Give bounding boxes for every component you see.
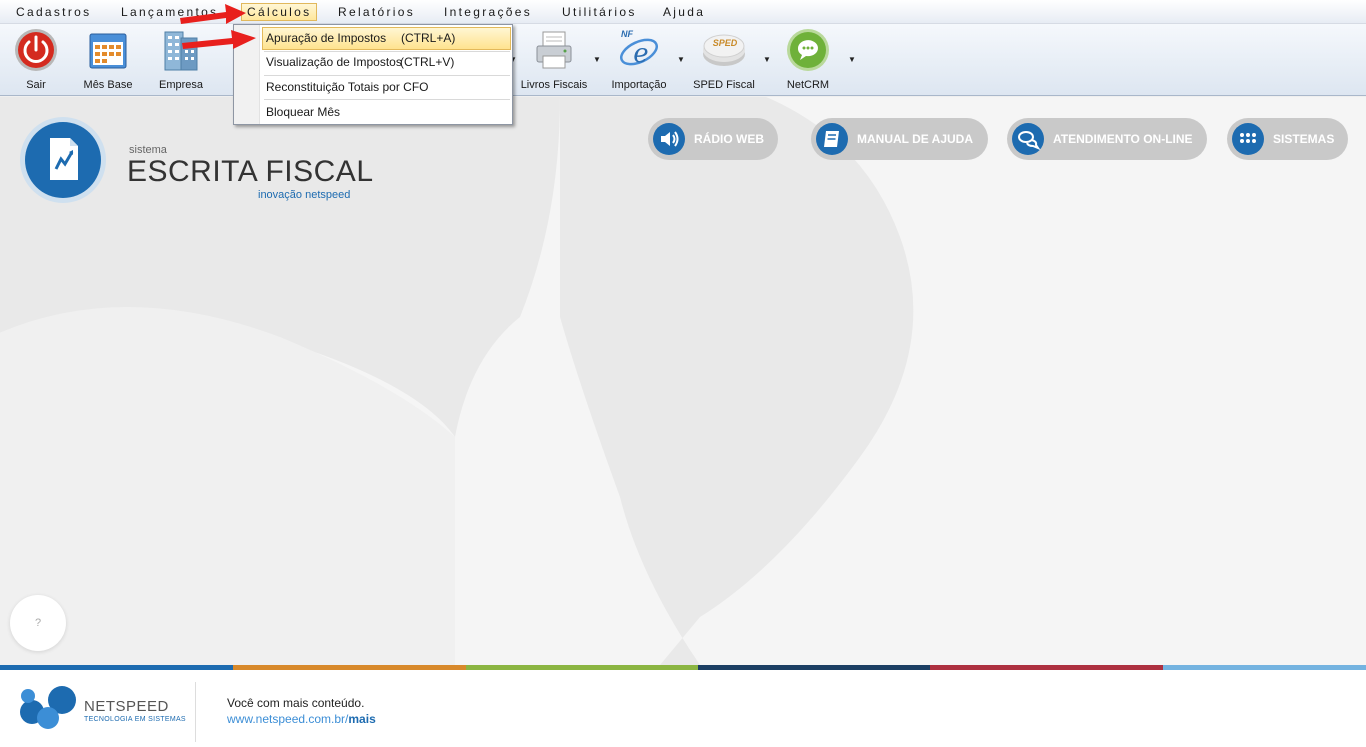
main-area: sistema ESCRITA FISCAL inovação netspeed… [0,97,1366,665]
chat-bubbles-icon [1012,123,1044,155]
chat-icon [787,29,829,71]
netcrm-button[interactable]: NetCRM [772,26,844,94]
calendar-icon [89,33,127,69]
building-icon [164,31,198,71]
empresa-button[interactable]: Empresa [145,26,217,94]
document-chart-icon [50,138,78,180]
mes-base-label: Mês Base [83,79,133,91]
menu-utilitarios[interactable]: Utilitários [562,5,637,19]
sped-fiscal-button[interactable]: SPED SPED Fiscal [688,26,760,94]
svg-text:e: e [633,39,648,69]
sair-button[interactable]: Sair [0,26,72,94]
livros-fiscais-label: Livros Fiscais [520,79,588,91]
importacao-button[interactable]: e NF Importação [603,26,675,94]
app-logo [20,117,106,203]
radio-web-button[interactable]: RÁDIO WEB [648,118,778,160]
radio-web-label: RÁDIO WEB [694,132,764,146]
menu-bloquear-mes[interactable]: Bloquear Mês [262,101,511,124]
chevron-down-icon[interactable]: ▼ [677,55,685,64]
menu-bar: Cadastros Lançamentos Cálculos Relatório… [0,0,1366,24]
mes-base-button[interactable]: Mês Base [72,26,144,94]
netspeed-logo-icon [20,686,76,729]
menu-calculos[interactable]: Cálculos [241,3,318,21]
toolbar: Sair Mês Base Empresa Livros Fiscais ▼ e… [0,24,1366,96]
sped-badge: SPED [712,38,738,48]
sped-fiscal-label: SPED Fiscal [693,79,755,91]
speaker-icon [653,123,685,155]
footer-brand: NETSPEED [84,698,169,715]
chevron-down-icon[interactable]: ▼ [848,55,856,64]
netcrm-label: NetCRM [786,79,830,91]
sistemas-button[interactable]: SISTEMAS [1227,118,1348,160]
menu-relatorios[interactable]: Relatórios [338,5,415,19]
manual-ajuda-label: MANUAL DE AJUDA [857,132,974,146]
menu-visualizacao-impostos[interactable]: Visualização de Impostos (CTRL+V) [262,51,511,74]
manual-ajuda-button[interactable]: MANUAL DE AJUDA [811,118,988,160]
brand-title: ESCRITA FISCAL [127,155,374,188]
menu-reconstituicao-totais[interactable]: Reconstituição Totais por CFO [262,76,511,99]
chevron-down-icon[interactable]: ▼ [593,55,601,64]
menu-apuracao-impostos[interactable]: Apuração de Impostos (CTRL+A) [262,27,511,50]
atendimento-online-label: ATENDIMENTO ON-LINE [1053,132,1193,146]
power-icon [15,29,57,71]
footer-tagline: TECNOLOGIA EM SISTEMAS [84,716,186,723]
atendimento-online-button[interactable]: ATENDIMENTO ON-LINE [1007,118,1207,160]
grid-icon [1232,123,1264,155]
importacao-label: Importação [611,79,667,91]
help-button[interactable]: ? [10,595,66,651]
sped-icon [703,34,745,66]
book-icon [816,123,848,155]
empresa-label: Empresa [158,79,204,91]
sistemas-label: SISTEMAS [1273,132,1335,146]
footer-link[interactable]: www.netspeed.com.br/mais [227,712,376,726]
sair-label: Sair [26,79,46,91]
menu-cadastros[interactable]: Cadastros [16,5,91,19]
nfe-badge: NF [621,29,633,39]
printer-icon [536,31,572,69]
chevron-down-icon[interactable]: ▼ [763,55,771,64]
livros-fiscais-button[interactable]: Livros Fiscais [518,26,590,94]
footer-text: Você com mais conteúdo. [227,696,365,710]
menu-lancamentos[interactable]: Lançamentos [121,5,218,19]
menu-integracoes[interactable]: Integrações [444,5,532,19]
calculos-dropdown: Apuração de Impostos (CTRL+A) Visualizaç… [233,24,513,125]
brand-subtitle: inovação netspeed [258,189,351,201]
footer: NETSPEED TECNOLOGIA EM SISTEMAS Você com… [0,670,1366,747]
menu-ajuda[interactable]: Ajuda [663,5,705,19]
